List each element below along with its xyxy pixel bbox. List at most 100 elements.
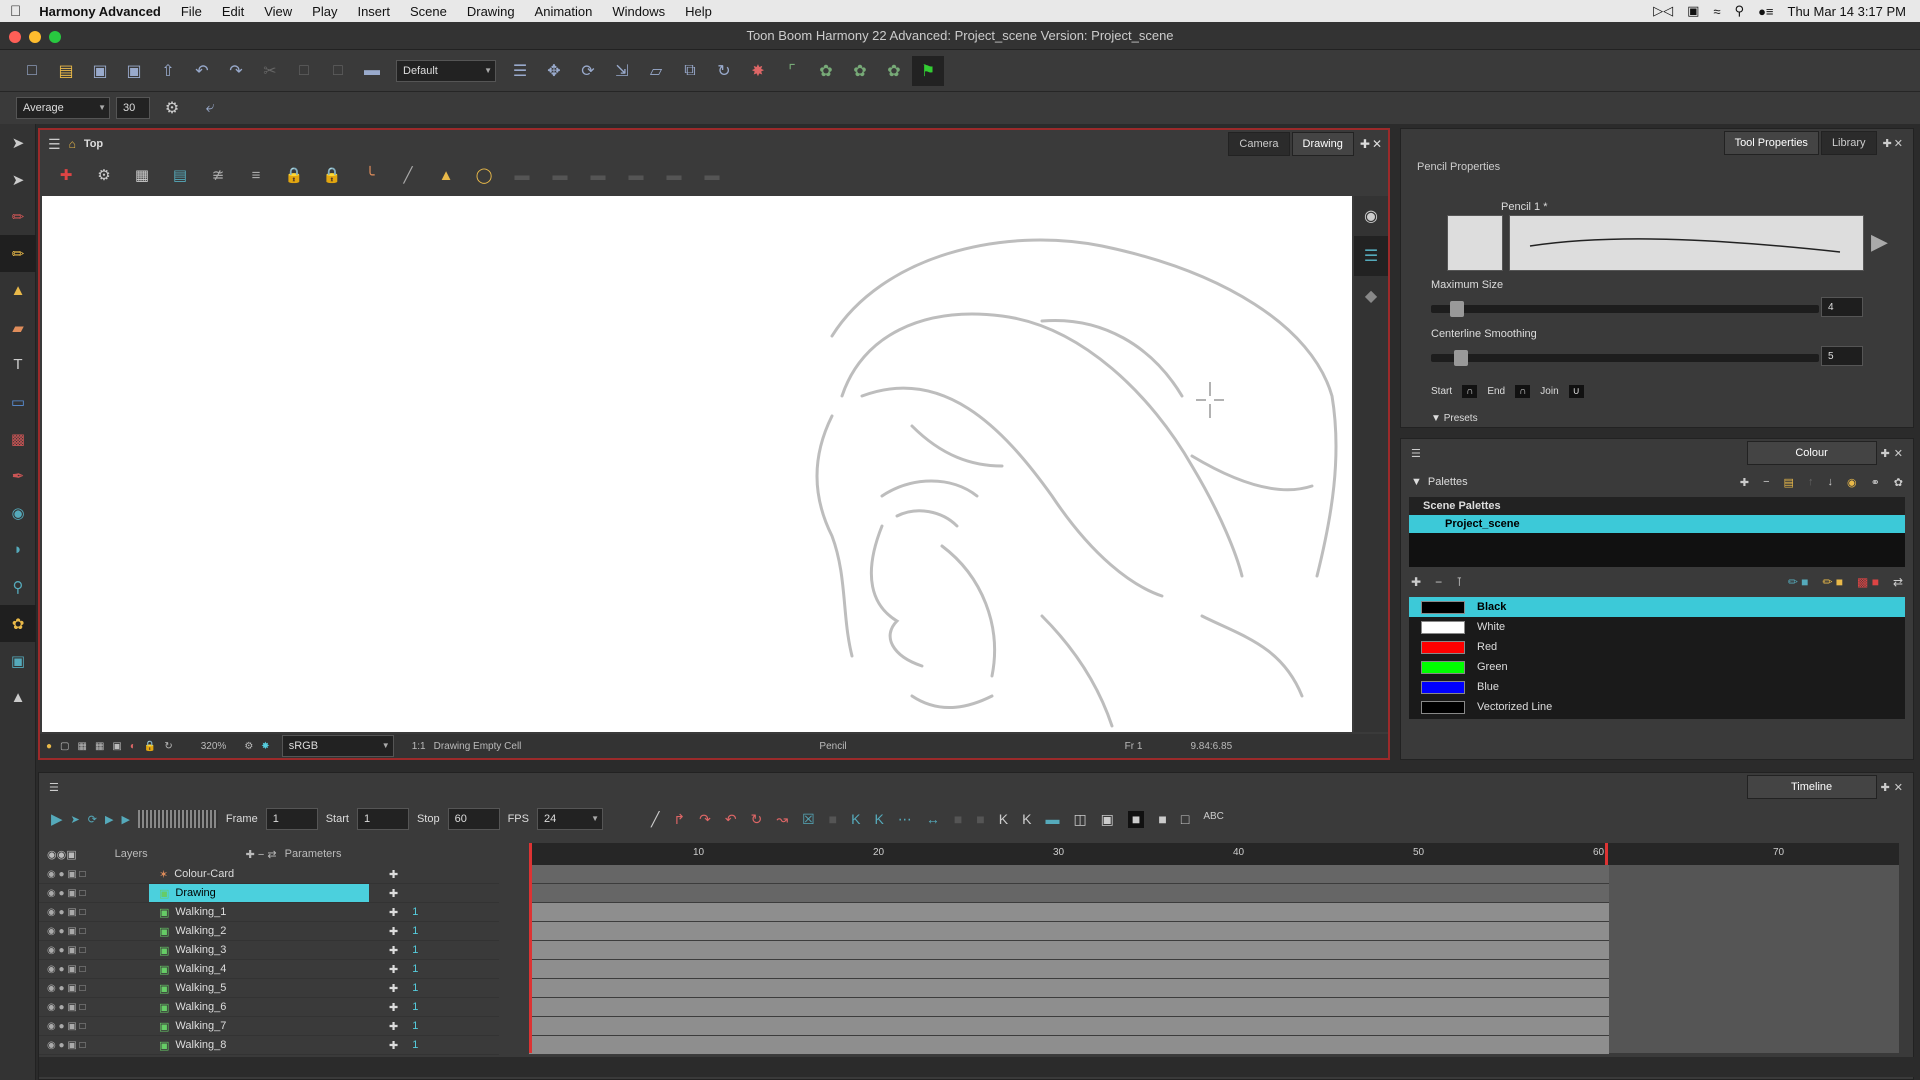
ease-icon[interactable]: ↱ xyxy=(673,811,685,828)
panel-menu-icon[interactable]: ☰ xyxy=(1411,447,1421,460)
stop-field[interactable]: 60 xyxy=(447,808,500,830)
add-tab-icon[interactable]: ✚ xyxy=(1360,137,1370,151)
add-keyframe-icon[interactable]: ✚ xyxy=(389,982,398,995)
timeline-layer-track[interactable] xyxy=(529,1017,1609,1036)
close-panel-icon[interactable]: ✕ xyxy=(1894,137,1903,150)
spline-offset-icon[interactable]: ↻ xyxy=(708,56,740,86)
paste-icon[interactable]: □ xyxy=(322,56,354,86)
play-icon[interactable]: ▶ xyxy=(51,810,63,828)
save-icon[interactable]: ▣ xyxy=(84,56,116,86)
morph-icon[interactable]: ✿ xyxy=(878,56,910,86)
onion-icon[interactable]: ⋯ xyxy=(898,811,912,828)
stop-marker[interactable] xyxy=(1605,843,1608,865)
brush-tool-icon[interactable]: ✏ xyxy=(0,198,36,235)
eraser-tool-icon[interactable]: ▰ xyxy=(0,309,36,346)
palette-item[interactable]: Project_scene xyxy=(1409,515,1905,533)
add-tab-icon[interactable]: ✚ xyxy=(1881,781,1890,794)
add-keyframe-icon[interactable]: ✚ xyxy=(389,887,398,900)
menu-scene[interactable]: Scene xyxy=(400,4,457,19)
lock-colour-icon[interactable]: 🔒 xyxy=(316,161,348,189)
timeline-layer-track[interactable] xyxy=(529,979,1609,998)
slider-handle[interactable] xyxy=(1454,350,1469,366)
layer-visibility-icon[interactable]: ◉ ● ▣ □ xyxy=(39,1040,149,1051)
layer-name-cell[interactable]: ▣ Walking_7 xyxy=(149,1017,369,1035)
collapse-icon[interactable]: ▼ xyxy=(1411,476,1422,488)
layer-visibility-icon[interactable]: ◉ ● ▣ □ xyxy=(39,869,149,880)
lock-toggle-icon[interactable]: 🔒 xyxy=(144,741,156,752)
add-keyframe-icon[interactable]: ✚ xyxy=(389,1001,398,1014)
minimize-window-button[interactable] xyxy=(29,31,41,43)
layer-visibility-icon[interactable]: ◉ ● ▣ □ xyxy=(39,1021,149,1032)
add-keyframe-icon[interactable]: ✚ xyxy=(389,906,398,919)
add-keyframe-icon[interactable]: ✚ xyxy=(389,963,398,976)
display-icon[interactable]: ▣ xyxy=(1687,3,1699,19)
animate-mode-icon[interactable]: ✸ xyxy=(742,56,774,86)
undo-icon[interactable]: ↶ xyxy=(186,56,218,86)
colour-options-icon[interactable]: ⊺ xyxy=(1456,575,1462,589)
pivot-tool-icon[interactable]: ◉ xyxy=(0,494,36,531)
app-menu[interactable]: Harmony Advanced xyxy=(31,4,171,19)
layer-visibility-icon[interactable]: ◉ ● ▣ □ xyxy=(39,945,149,956)
round-cap-icon[interactable]: ∩ xyxy=(1462,385,1478,398)
panel-menu-icon[interactable]: ☰ xyxy=(49,781,59,794)
settings-gear-icon[interactable]: ⚙ xyxy=(156,93,188,123)
layer-name-cell[interactable]: ▣ Walking_6 xyxy=(149,998,369,1016)
search-icon[interactable]: ⚲ xyxy=(1735,3,1745,19)
tab-colour[interactable]: Colour xyxy=(1746,441,1877,465)
timeline-layer-track[interactable] xyxy=(529,960,1609,979)
layer-name-cell[interactable]: ▣ Drawing xyxy=(149,884,369,902)
colour-swatch-row[interactable]: Blue xyxy=(1409,677,1905,697)
play-selection-icon[interactable]: ➤ xyxy=(71,813,80,826)
tab-timeline[interactable]: Timeline xyxy=(1746,775,1877,799)
remove-keyframe-icon[interactable]: K xyxy=(874,811,883,828)
colour-swatch-row[interactable]: Red xyxy=(1409,637,1905,657)
tab-camera[interactable]: Camera xyxy=(1228,132,1290,156)
fill-colour-icon[interactable]: ✏ ■ xyxy=(1822,575,1843,589)
ease-out-icon[interactable]: ↶ xyxy=(725,811,737,828)
pencil-tool-icon[interactable]: ✏ xyxy=(0,235,36,272)
breakdown-icon[interactable]: ■ xyxy=(1158,811,1166,828)
add-layer-icon[interactable]: ✚ − ⇄ xyxy=(246,848,277,861)
add-tab-icon[interactable]: ✚ xyxy=(1881,447,1890,460)
layer-name-cell[interactable]: ✶ Colour-Card xyxy=(149,865,369,883)
apple-icon[interactable]:  xyxy=(0,3,31,20)
mask-icon[interactable]: ▲ xyxy=(430,161,462,189)
add-drawing-icon[interactable]: ✚ xyxy=(50,161,82,189)
layer-visibility-icon[interactable]: ◉ ● ▣ □ xyxy=(39,888,149,899)
new-scene-icon[interactable]: □ xyxy=(16,56,48,86)
cut-icon[interactable]: ✂ xyxy=(254,56,286,86)
add-keyframe-icon[interactable]: ✚ xyxy=(389,925,398,938)
layer-row[interactable]: ◉ ● ▣ □ ▣ Walking_2 ✚ 1 xyxy=(39,922,499,941)
add-keyframe-icon[interactable]: ✚ xyxy=(389,944,398,957)
layer-row[interactable]: ◉ ● ▣ □ ✶ Colour-Card ✚ xyxy=(39,865,499,884)
frame-ruler[interactable]: 10 20 30 40 50 60 70 xyxy=(529,843,1899,1053)
onion-skin-toggle-icon[interactable]: ◐ xyxy=(130,741,136,752)
in-between-icon[interactable]: □ xyxy=(1181,811,1189,828)
layer-name-cell[interactable]: ▣ Walking_2 xyxy=(149,922,369,940)
interpolation-icon[interactable]: ╱ xyxy=(651,811,659,828)
import-icon[interactable]: ⇧ xyxy=(152,56,184,86)
close-panel-icon[interactable]: ✕ xyxy=(1894,781,1903,794)
line-colour-icon[interactable]: ✏ ■ xyxy=(1788,575,1809,589)
stop-motion-icon[interactable]: ↝ xyxy=(776,811,788,828)
cutter-tool-icon[interactable]: ◗ xyxy=(0,531,36,568)
stamp-tool-icon[interactable]: ▲ xyxy=(0,272,36,309)
copy-icon[interactable]: □ xyxy=(288,56,320,86)
layer-row[interactable]: ◉ ● ▣ □ ▣ Drawing ✚ xyxy=(39,884,499,903)
light-bulb-icon[interactable]: ◯ xyxy=(468,161,500,189)
menu-help[interactable]: Help xyxy=(675,4,722,19)
zoom-level[interactable]: 320% xyxy=(201,741,227,752)
dropper-tool-icon[interactable]: ✒ xyxy=(0,457,36,494)
drawing-canvas[interactable] xyxy=(42,196,1352,732)
menu-insert[interactable]: Insert xyxy=(347,4,400,19)
palette-up-icon[interactable]: ↑ xyxy=(1808,476,1814,489)
smoothing-slider[interactable] xyxy=(1431,350,1819,366)
paint-tool-icon[interactable]: ▩ xyxy=(0,420,36,457)
redo-icon[interactable]: ↷ xyxy=(220,56,252,86)
palette-down-icon[interactable]: ↓ xyxy=(1827,476,1833,489)
close-panel-icon[interactable]: ✕ xyxy=(1372,137,1382,151)
menu-windows[interactable]: Windows xyxy=(602,4,675,19)
layer-name-cell[interactable]: ▣ Walking_3 xyxy=(149,941,369,959)
add-keyframe-icon[interactable]: ✚ xyxy=(389,1039,398,1052)
motion-keyframe-icon[interactable]: ↻ xyxy=(751,811,763,828)
